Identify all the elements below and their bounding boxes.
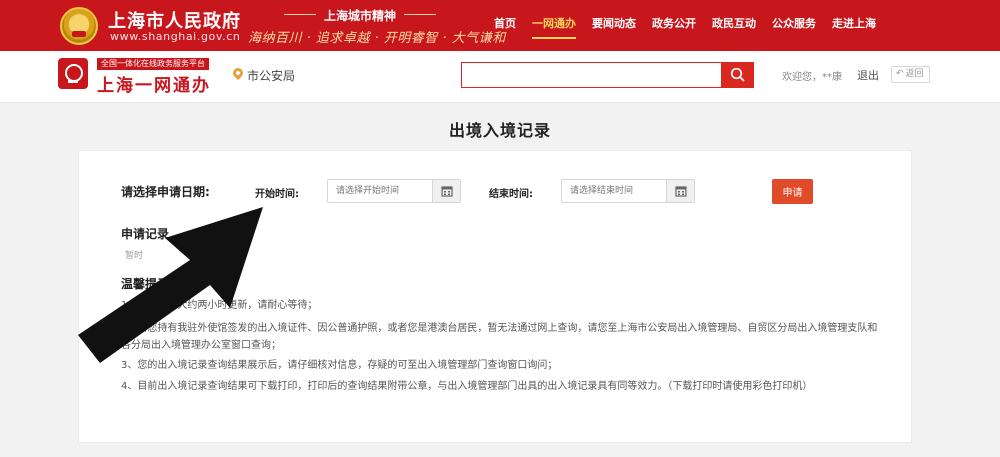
tip-item: 4、目前出入境记录查询结果可下载打印，打印后的查询结果附带公章，与出入境管理部门… xyxy=(121,381,813,392)
page-title: 出境入境记录 xyxy=(448,121,551,140)
back-arrow-icon: ↶ xyxy=(896,69,904,79)
platform-badge: 全国一体化在线政务服务平台 xyxy=(97,58,209,70)
back-label: 返回 xyxy=(905,69,924,79)
search-icon xyxy=(730,67,745,82)
location-pin-icon xyxy=(230,65,246,81)
end-time-label: 结束时间: xyxy=(489,189,533,200)
start-calendar-button[interactable] xyxy=(432,180,460,202)
start-time-label: 开始时间: xyxy=(255,189,299,200)
pointer-arrow-icon xyxy=(78,207,263,363)
calendar-icon xyxy=(441,186,453,197)
ywtb-header: 全国一体化在线政务服务平台 上海一网通办 市公安局 欢迎您，**康 退出 ↶ 返回 xyxy=(0,51,1000,103)
nav-item-interaction[interactable]: 政民互动 xyxy=(704,0,764,51)
end-date-input[interactable] xyxy=(562,180,665,202)
end-date-field[interactable] xyxy=(561,179,695,203)
nav-item-open-gov[interactable]: 政务公开 xyxy=(644,0,704,51)
logout-link[interactable]: 退出 xyxy=(857,67,879,83)
search-input[interactable] xyxy=(461,62,722,88)
city-spirit-text: 海纳百川 · 追求卓越 · 开明睿智 · 大气谦和 xyxy=(248,31,506,46)
welcome-text: 欢迎您，**康 xyxy=(782,72,842,83)
nav-item-about-shanghai[interactable]: 走进上海 xyxy=(824,0,884,51)
gov-site-url: www.shanghai.gov.cn xyxy=(110,30,241,43)
nav-item-public-service[interactable]: 公众服务 xyxy=(764,0,824,51)
calendar-icon xyxy=(675,186,687,197)
gov-header: 上海市人民政府 www.shanghai.gov.cn 上海城市精神 海纳百川 … xyxy=(0,0,1000,51)
city-spirit-heading: 上海城市精神 xyxy=(284,7,436,24)
start-date-input[interactable] xyxy=(328,180,431,202)
apply-button[interactable]: 申请 xyxy=(772,179,813,204)
location-selector[interactable]: 市公安局 xyxy=(247,67,295,84)
main-nav: 首页 一网通办 要闻动态 政务公开 政民互动 公众服务 走进上海 xyxy=(486,0,884,51)
apply-date-label: 请选择申请日期: xyxy=(121,185,210,199)
national-emblem-icon[interactable] xyxy=(60,7,98,45)
back-button[interactable]: ↶ 返回 xyxy=(891,66,930,83)
ywtb-logo-icon[interactable] xyxy=(58,58,88,89)
nav-item-news[interactable]: 要闻动态 xyxy=(584,0,644,51)
nav-item-ywtb[interactable]: 一网通办 xyxy=(524,0,584,51)
search-button[interactable] xyxy=(721,62,754,88)
end-calendar-button[interactable] xyxy=(666,180,694,202)
start-date-field[interactable] xyxy=(327,179,461,203)
ywtb-title[interactable]: 上海一网通办 xyxy=(97,71,211,96)
nav-item-home[interactable]: 首页 xyxy=(486,0,524,51)
